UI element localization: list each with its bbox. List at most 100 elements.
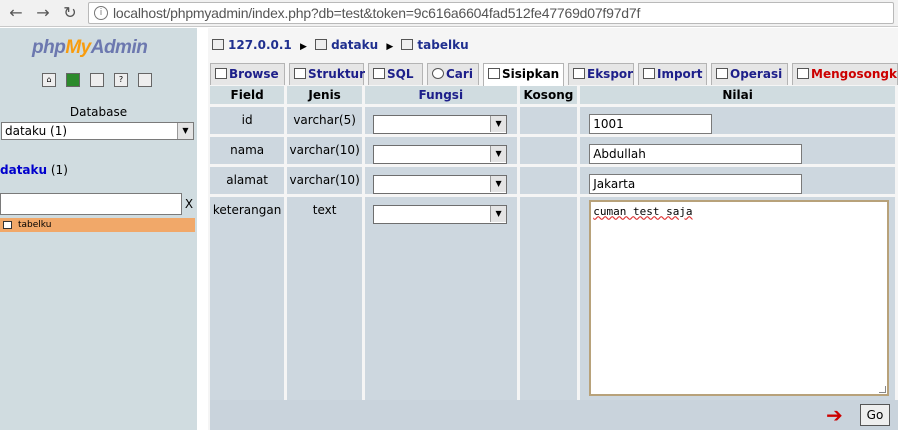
phpmyadmin-logo[interactable]: phpMyAdmin xyxy=(32,37,148,59)
table-row: keterangan text ▼ cuman test saja xyxy=(210,193,898,400)
home-icon[interactable]: ⌂ xyxy=(42,73,56,87)
tab-import[interactable]: Import xyxy=(638,63,707,85)
tab-search[interactable]: Cari xyxy=(427,63,479,85)
url-text: localhost/phpmyadmin/index.php?db=test&t… xyxy=(113,5,641,21)
function-select[interactable]: ▼ xyxy=(373,204,508,224)
tab-sql[interactable]: SQL xyxy=(368,63,423,85)
resize-handle-icon[interactable] xyxy=(879,385,887,393)
table-row: nama varchar(10) ▼ Abdullah xyxy=(210,133,898,165)
field-name: keterangan xyxy=(212,202,282,217)
sidebar-item-label: tabelku xyxy=(18,220,52,230)
chevron-down-icon[interactable]: ▼ xyxy=(177,123,193,139)
database-select[interactable]: dataku (1) ▼ xyxy=(1,122,194,140)
tab-label: Browse xyxy=(229,67,279,81)
tab-browse[interactable]: Browse xyxy=(210,63,285,85)
sidebar-item-tabelku[interactable]: tabelku xyxy=(0,218,195,232)
tab-label: Operasi xyxy=(730,67,783,81)
table-row: id varchar(5) ▼ 1001 xyxy=(210,103,898,135)
tab-label: Import xyxy=(657,67,703,81)
tab-empty[interactable]: Mengosongka xyxy=(792,63,898,85)
database-label: Database xyxy=(69,105,128,119)
function-select[interactable]: ▼ xyxy=(373,144,508,164)
tab-label: SQL xyxy=(387,67,414,81)
tab-label: Mengosongka xyxy=(811,67,898,81)
server-icon xyxy=(212,39,224,50)
trash-icon xyxy=(797,68,809,79)
page-info-icon[interactable]: i xyxy=(94,6,108,20)
tab-structure[interactable]: Struktur xyxy=(289,63,365,85)
table-icon xyxy=(3,221,12,229)
tab-insert[interactable]: Sisipkan xyxy=(483,63,564,86)
function-select[interactable]: ▼ xyxy=(373,114,508,134)
field-name: nama xyxy=(230,142,265,157)
reload-icon[interactable]: ↻ xyxy=(60,3,80,23)
arrow-right-icon: ➔ xyxy=(826,403,843,427)
logo-part: Admin xyxy=(90,37,148,58)
form-footer: ➔ Go xyxy=(210,400,898,430)
null-cell xyxy=(518,163,581,195)
field-name: id xyxy=(241,112,253,127)
chevron-down-icon[interactable]: ▼ xyxy=(490,115,507,132)
browse-icon xyxy=(215,68,227,79)
column-header-value: Nilai xyxy=(578,86,898,105)
sql-icon xyxy=(373,68,385,79)
sql-query-icon[interactable] xyxy=(90,73,104,87)
table-icon xyxy=(401,39,414,50)
chevron-down-icon[interactable]: ▼ xyxy=(490,145,507,162)
breadcrumb-table[interactable]: tabelku xyxy=(401,38,469,52)
tab-bar: Browse Struktur SQL Cari Sisipkan Ekspor… xyxy=(210,63,898,86)
tab-operations[interactable]: Operasi xyxy=(711,63,788,85)
breadcrumb-database[interactable]: dataku xyxy=(315,38,378,52)
table-row: alamat varchar(10) ▼ Jakarta xyxy=(210,163,898,195)
insert-form-table: Field Jenis Fungsi Kosong Nilai id varch… xyxy=(210,86,898,400)
back-icon[interactable]: ← xyxy=(6,3,26,23)
database-link-count: (1) xyxy=(50,163,68,177)
search-icon xyxy=(432,68,444,79)
breadcrumb-server[interactable]: 127.0.0.1 xyxy=(212,38,292,52)
exit-icon[interactable] xyxy=(66,73,80,87)
table-filter-input[interactable] xyxy=(0,193,182,215)
go-button[interactable]: Go xyxy=(860,404,890,426)
column-header-null: Kosong xyxy=(518,86,581,105)
breadcrumb-separator-icon: ▶ xyxy=(386,42,394,52)
breadcrumb-server-label: 127.0.0.1 xyxy=(228,38,292,52)
logo-part: My xyxy=(65,37,91,58)
field-type: varchar(10) xyxy=(289,172,360,187)
breadcrumb: 127.0.0.1 ▶ dataku ▶ tabelku xyxy=(212,38,473,52)
navigation-frame: phpMyAdmin ⌂ ? Database dataku (1) ▼ dat… xyxy=(0,28,197,430)
chevron-down-icon[interactable]: ▼ xyxy=(490,205,507,222)
column-header-type: Jenis xyxy=(285,86,366,105)
address-bar[interactable]: i localhost/phpmyadmin/index.php?db=test… xyxy=(88,2,894,24)
field-type: varchar(10) xyxy=(289,142,360,157)
chevron-down-icon[interactable]: ▼ xyxy=(490,175,507,192)
structure-icon xyxy=(294,68,306,79)
null-cell xyxy=(518,133,581,165)
documentation-icon[interactable] xyxy=(138,73,152,87)
tab-label: Cari xyxy=(446,67,473,81)
value-input[interactable]: 1001 xyxy=(589,113,713,134)
value-input[interactable]: Jakarta xyxy=(589,173,803,194)
database-link[interactable]: dataku (1) xyxy=(0,163,68,177)
forward-icon[interactable]: → xyxy=(33,3,53,23)
export-icon xyxy=(573,68,585,79)
column-header-function[interactable]: Fungsi xyxy=(363,86,520,105)
tab-export[interactable]: Ekspor xyxy=(568,63,634,85)
breadcrumb-database-label: dataku xyxy=(331,38,379,52)
tab-label: Ekspor xyxy=(587,67,634,81)
field-name: alamat xyxy=(226,172,269,187)
tab-label: Sisipkan xyxy=(502,67,560,81)
clear-filter-button[interactable]: X xyxy=(183,194,195,214)
textarea-text: cuman test saja xyxy=(593,204,693,218)
database-icon xyxy=(315,39,328,50)
import-icon xyxy=(643,68,655,79)
help-icon[interactable]: ? xyxy=(114,73,128,87)
frame-splitter[interactable] xyxy=(197,28,208,430)
operations-icon xyxy=(716,68,728,79)
value-input[interactable]: Abdullah xyxy=(589,143,803,164)
breadcrumb-table-label: tabelku xyxy=(417,38,469,52)
value-textarea[interactable]: cuman test saja xyxy=(589,199,890,396)
null-cell xyxy=(518,103,581,135)
table-header-row: Field Jenis Fungsi Kosong Nilai xyxy=(210,86,898,105)
function-select[interactable]: ▼ xyxy=(373,174,508,194)
null-cell xyxy=(518,193,581,400)
